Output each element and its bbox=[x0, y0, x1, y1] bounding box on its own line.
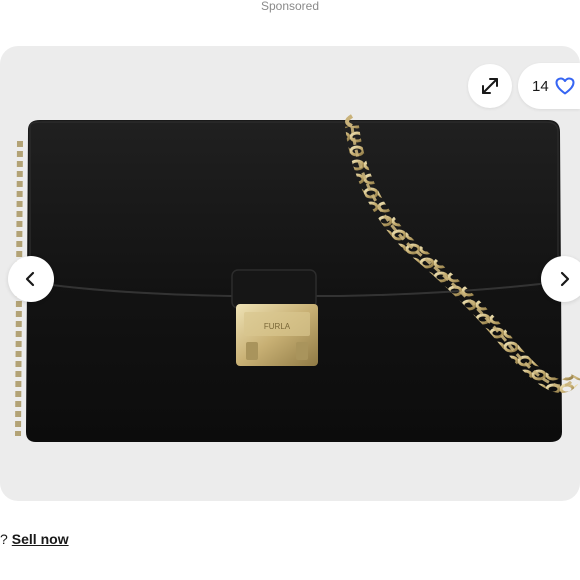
sponsored-label: Sponsored bbox=[260, 0, 320, 13]
sell-now-link[interactable]: Sell now bbox=[12, 531, 69, 547]
product-image[interactable]: FURLA bbox=[0, 46, 580, 501]
chevron-left-icon bbox=[25, 271, 35, 287]
svg-text:FURLA: FURLA bbox=[264, 322, 291, 331]
previous-image-button[interactable] bbox=[8, 256, 54, 302]
sell-prompt: ? Sell now bbox=[0, 528, 69, 550]
watch-count: 14 bbox=[532, 77, 549, 95]
sell-prompt-text: ? bbox=[0, 531, 8, 547]
chevron-right-icon bbox=[560, 271, 570, 287]
expand-arrows-icon bbox=[482, 78, 498, 94]
fullscreen-button[interactable] bbox=[468, 64, 512, 108]
image-gallery: FURLA 14 bbox=[0, 46, 580, 501]
next-image-button[interactable] bbox=[541, 256, 580, 302]
listing-page: Sponsored FURLA 14 ? Sell now bbox=[0, 0, 580, 580]
heart-icon bbox=[555, 77, 575, 95]
watch-button[interactable]: 14 bbox=[518, 63, 580, 109]
